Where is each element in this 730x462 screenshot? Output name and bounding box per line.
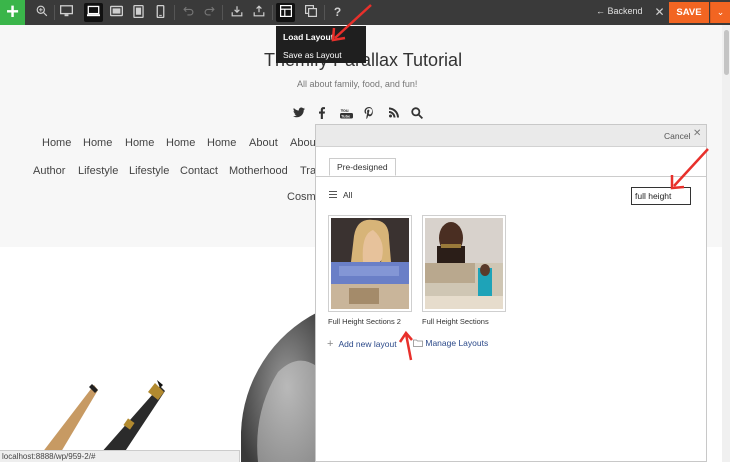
save-dropdown-button[interactable]: ⌄ (710, 2, 730, 23)
annotation-arrow-load-layout (331, 4, 372, 42)
zoom-icon[interactable] (32, 3, 51, 22)
cancel-button[interactable]: Cancel (664, 131, 690, 141)
undo-icon[interactable] (179, 3, 198, 22)
nav-item-motherhood[interactable]: Motherhood (229, 165, 288, 177)
arrow-left-icon: ← (596, 6, 605, 16)
laptop-icon[interactable] (84, 3, 103, 22)
rss-icon[interactable] (389, 107, 399, 121)
layout-card-full-height-sections-2[interactable] (328, 215, 412, 312)
import-icon[interactable] (227, 3, 246, 22)
page-scrollbar-track[interactable] (722, 25, 730, 462)
nav-item-home-3[interactable]: Home (125, 137, 154, 149)
chevron-down-icon: ⌄ (716, 7, 725, 17)
layout-label[interactable]: Full Height Sections 2 (328, 317, 401, 326)
layout-preview-image (423, 216, 505, 311)
pinterest-icon[interactable] (364, 107, 374, 122)
youtube-icon[interactable]: You Tube (340, 107, 353, 122)
tab-divider (316, 176, 706, 177)
nav-item-author[interactable]: Author (33, 165, 65, 177)
layout-card-full-height-sections[interactable] (422, 215, 506, 312)
tablet-landscape-icon[interactable] (107, 3, 126, 22)
status-bar-url: localhost:8888/wp/959-2/# (0, 450, 240, 462)
load-layout-lightbox: Cancel ✕ Pre-designed All Full Height Se… (315, 124, 707, 462)
redo-icon[interactable] (200, 3, 219, 22)
site-tagline: All about family, food, and fun! (297, 79, 418, 89)
export-icon[interactable] (249, 3, 268, 22)
nav-item-home-4[interactable]: Home (166, 137, 195, 149)
close-icon[interactable]: ✕ (693, 128, 701, 139)
layout-preview-image (329, 216, 411, 311)
nav-item-travel[interactable]: Tra (300, 165, 316, 177)
svg-text:Tube: Tube (341, 114, 351, 119)
plus-icon: + (327, 338, 334, 350)
nav-item-about-1[interactable]: About (249, 137, 278, 149)
menu-item-save-as-layout[interactable]: Save as Layout (283, 50, 342, 60)
tablet-portrait-icon[interactable] (129, 3, 148, 22)
nav-item-home-5[interactable]: Home (207, 137, 236, 149)
search-icon[interactable] (411, 107, 424, 122)
annotation-arrow-search (670, 148, 709, 190)
hero-photo-circle (241, 312, 318, 462)
add-module-button[interactable]: + (0, 0, 25, 25)
layout-label[interactable]: Full Height Sections (422, 317, 489, 326)
nav-item-lifestyle-2[interactable]: Lifestyle (129, 165, 169, 177)
facebook-icon[interactable] (318, 107, 326, 122)
save-button[interactable]: SAVE (669, 2, 709, 23)
mobile-icon[interactable] (151, 3, 170, 22)
twitter-icon[interactable] (293, 107, 305, 121)
nav-item-lifestyle-1[interactable]: Lifestyle (78, 165, 118, 177)
nav-item-contact[interactable]: Contact (180, 165, 218, 177)
add-new-layout-link[interactable]: + Add new layout (327, 338, 397, 350)
menu-icon[interactable] (329, 191, 337, 198)
category-filter-all[interactable]: All (343, 190, 352, 200)
tab-pre-designed[interactable]: Pre-designed (329, 158, 396, 176)
page-scrollbar-thumb[interactable] (724, 30, 729, 75)
layout-icon[interactable] (276, 3, 295, 22)
nav-item-home-1[interactable]: Home (42, 137, 71, 149)
manage-layouts-link[interactable]: Manage Layouts (413, 338, 488, 348)
backend-link[interactable]: ← Backend (596, 6, 643, 16)
desktop-icon[interactable] (57, 3, 76, 22)
lightbox-header (316, 125, 706, 147)
duplicate-icon[interactable] (301, 3, 320, 22)
close-builder-icon[interactable]: ✕ (650, 3, 669, 22)
svg-text:You: You (341, 108, 349, 113)
annotation-arrow-layout-card (398, 330, 413, 361)
nav-item-home-2[interactable]: Home (83, 137, 112, 149)
